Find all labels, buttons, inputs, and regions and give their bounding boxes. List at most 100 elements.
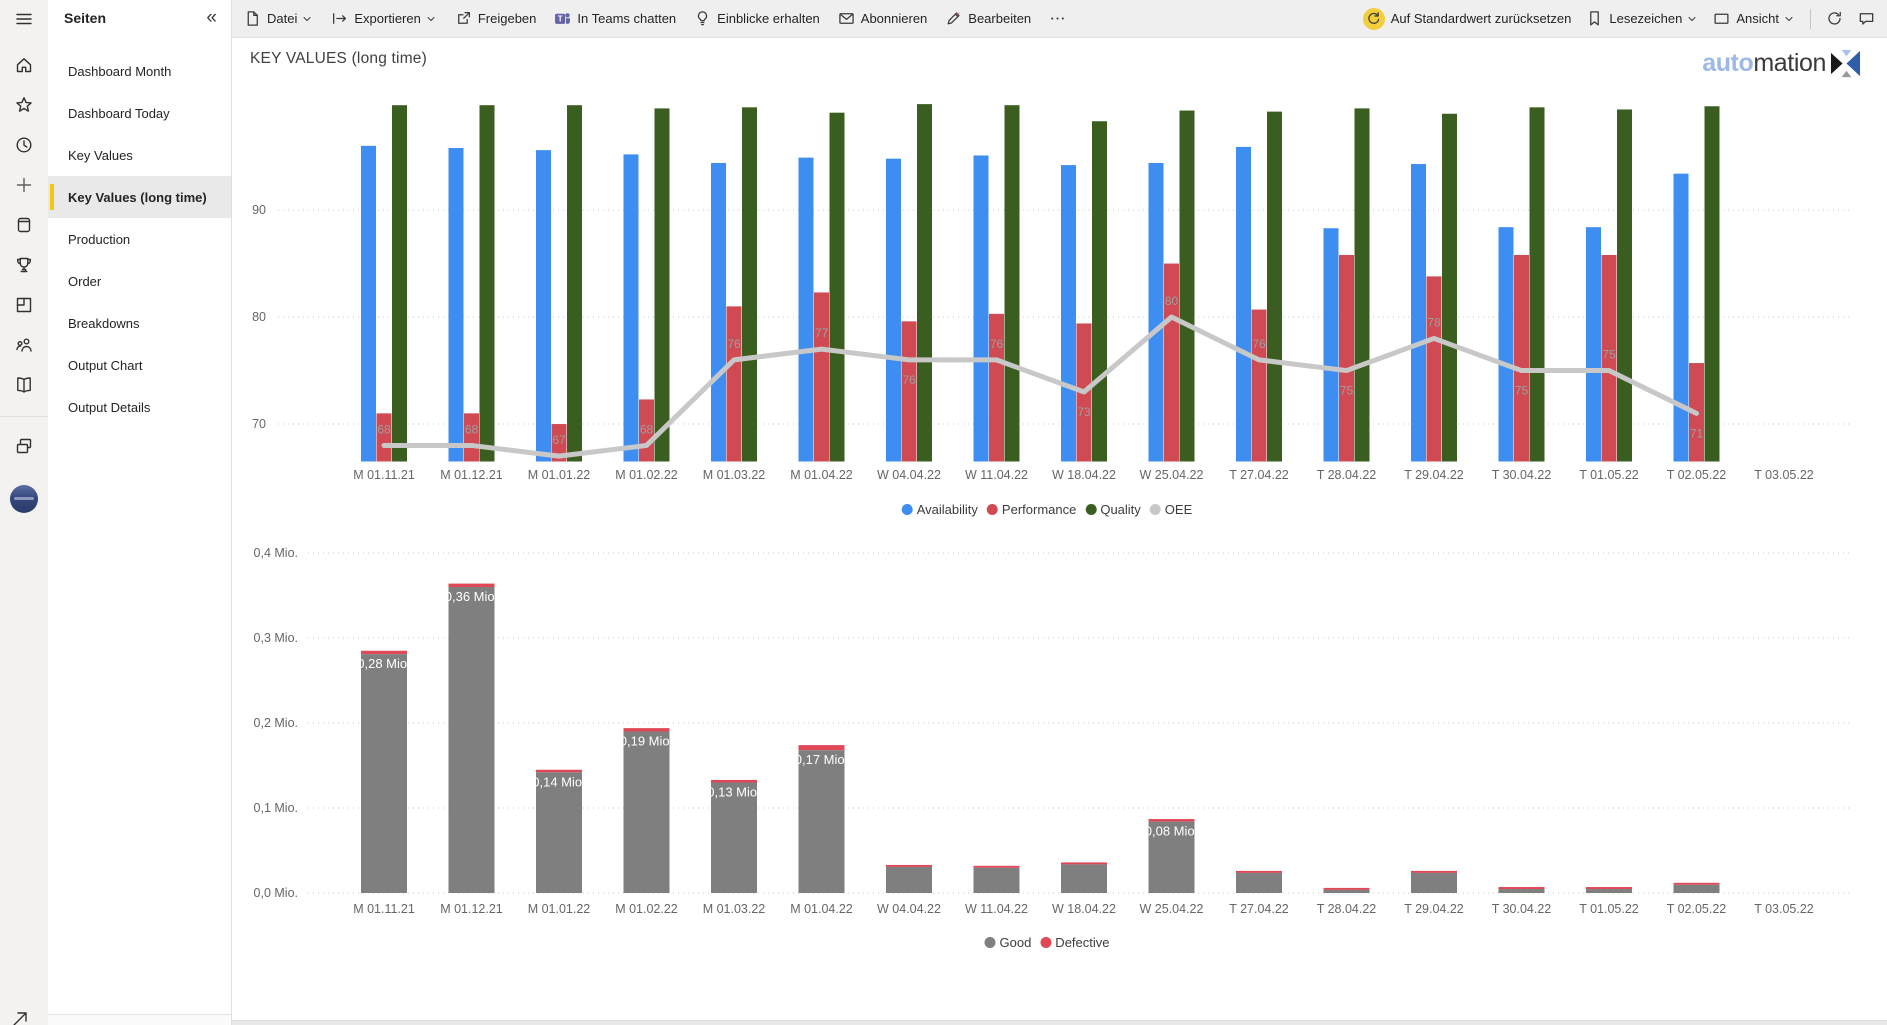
bar-good[interactable]	[536, 772, 582, 893]
bar-availability[interactable]	[1149, 163, 1164, 462]
legend-item-oee[interactable]: OEE	[1150, 502, 1192, 517]
bar-quality[interactable]	[392, 105, 407, 461]
sidebar-item-key-values-long-time[interactable]: Key Values (long time)	[48, 176, 231, 218]
bar-defective[interactable]	[449, 584, 495, 587]
insights-button[interactable]: Einblicke erhalten	[694, 10, 820, 27]
bar-performance[interactable]	[1339, 255, 1354, 462]
bar-good[interactable]	[799, 750, 845, 893]
bar-availability[interactable]	[1236, 147, 1251, 462]
bar-availability[interactable]	[1411, 164, 1426, 461]
bar-quality[interactable]	[1180, 111, 1195, 462]
bar-good[interactable]	[1674, 885, 1720, 893]
bar-defective[interactable]	[1149, 819, 1195, 822]
bar-quality[interactable]	[1617, 109, 1632, 461]
bar-quality[interactable]	[742, 107, 757, 461]
recent-icon[interactable]	[11, 132, 37, 158]
view-button[interactable]: Ansicht	[1713, 10, 1795, 27]
legend-item-good[interactable]: Good	[984, 935, 1031, 950]
create-icon[interactable]	[11, 172, 37, 198]
bar-good[interactable]	[1236, 873, 1282, 893]
apps-icon[interactable]	[11, 292, 37, 318]
legend-item-availability[interactable]: Availability	[902, 502, 978, 517]
bar-quality[interactable]	[655, 108, 670, 461]
workspaces-icon[interactable]	[11, 433, 37, 459]
bar-availability[interactable]	[1499, 227, 1514, 461]
bar-quality[interactable]	[1092, 121, 1107, 461]
external-link-icon[interactable]	[10, 1009, 30, 1025]
bar-defective[interactable]	[536, 770, 582, 773]
sidebar-item-production[interactable]: Production	[48, 218, 231, 260]
bar-defective[interactable]	[1061, 862, 1107, 864]
bar-good[interactable]	[449, 587, 495, 893]
bar-quality[interactable]	[1005, 105, 1020, 461]
bar-defective[interactable]	[711, 780, 757, 783]
learn-icon[interactable]	[11, 372, 37, 398]
share-button[interactable]: Freigeben	[455, 10, 537, 27]
bar-availability[interactable]	[886, 159, 901, 462]
bar-good[interactable]	[1499, 889, 1545, 893]
bar-availability[interactable]	[1586, 227, 1601, 461]
sidebar-item-order[interactable]: Order	[48, 260, 231, 302]
edit-button[interactable]: Bearbeiten	[945, 10, 1031, 27]
bar-good[interactable]	[1411, 873, 1457, 893]
bar-defective[interactable]	[1411, 871, 1457, 873]
bar-defective[interactable]	[1324, 888, 1370, 890]
bar-good[interactable]	[624, 732, 670, 894]
bar-quality[interactable]	[917, 104, 932, 461]
bookmarks-button[interactable]: Lesezeichen	[1586, 10, 1698, 27]
bar-availability[interactable]	[536, 150, 551, 461]
bar-quality[interactable]	[1442, 114, 1457, 462]
bar-performance[interactable]	[377, 413, 392, 461]
bar-defective[interactable]	[799, 745, 845, 750]
bar-defective[interactable]	[974, 866, 1020, 868]
shared-icon[interactable]	[11, 332, 37, 358]
bar-good[interactable]	[1061, 864, 1107, 893]
sidebar-item-dashboard-month[interactable]: Dashboard Month	[48, 50, 231, 92]
data-hub-icon[interactable]	[11, 212, 37, 238]
bar-performance[interactable]	[1252, 310, 1267, 462]
file-button[interactable]: Datei	[244, 10, 313, 27]
legend-item-defective[interactable]: Defective	[1040, 935, 1109, 950]
sidebar-item-breakdowns[interactable]: Breakdowns	[48, 302, 231, 344]
bar-availability[interactable]	[449, 148, 464, 462]
bar-quality[interactable]	[830, 113, 845, 462]
bar-quality[interactable]	[1355, 108, 1370, 461]
legend-item-quality[interactable]: Quality	[1085, 502, 1140, 517]
comments-button[interactable]	[1858, 10, 1875, 27]
workspace-avatar[interactable]	[10, 485, 38, 513]
bar-defective[interactable]	[1499, 887, 1545, 889]
sidebar-item-dashboard-today[interactable]: Dashboard Today	[48, 92, 231, 134]
bar-performance[interactable]	[814, 292, 829, 461]
bar-performance[interactable]	[1427, 276, 1442, 461]
bar-availability[interactable]	[799, 158, 814, 462]
bar-defective[interactable]	[886, 865, 932, 867]
bar-defective[interactable]	[1674, 883, 1720, 885]
bar-performance[interactable]	[464, 413, 479, 461]
sidebar-item-key-values[interactable]: Key Values	[48, 134, 231, 176]
favorites-icon[interactable]	[11, 92, 37, 118]
bottom-scroll-area[interactable]	[232, 1020, 1887, 1025]
sidebar-item-output-chart[interactable]: Output Chart	[48, 344, 231, 386]
output-stacked-bar-chart[interactable]: 0,0 Mio.0,1 Mio.0,2 Mio.0,3 Mio.0,4 Mio.…	[242, 543, 1872, 938]
collapse-panel-icon[interactable]: «	[206, 11, 217, 25]
bar-availability[interactable]	[1324, 228, 1339, 461]
metrics-icon[interactable]	[11, 252, 37, 278]
bar-performance[interactable]	[727, 306, 742, 461]
bar-availability[interactable]	[711, 163, 726, 462]
bar-availability[interactable]	[1061, 165, 1076, 461]
bar-availability[interactable]	[624, 154, 639, 461]
bar-availability[interactable]	[361, 146, 376, 462]
subscribe-button[interactable]: Abonnieren	[838, 10, 928, 27]
bar-availability[interactable]	[974, 155, 989, 461]
reset-default-button[interactable]: Auf Standardwert zurücksetzen	[1363, 8, 1572, 30]
refresh-button[interactable]	[1826, 10, 1843, 27]
bar-performance[interactable]	[902, 321, 917, 461]
menu-icon[interactable]	[11, 6, 37, 32]
bar-quality[interactable]	[1530, 107, 1545, 461]
bar-good[interactable]	[361, 654, 407, 893]
bar-good[interactable]	[1324, 890, 1370, 893]
bar-defective[interactable]	[1586, 887, 1632, 889]
bar-quality[interactable]	[567, 105, 582, 461]
bar-defective[interactable]	[624, 728, 670, 731]
bar-quality[interactable]	[480, 105, 495, 461]
